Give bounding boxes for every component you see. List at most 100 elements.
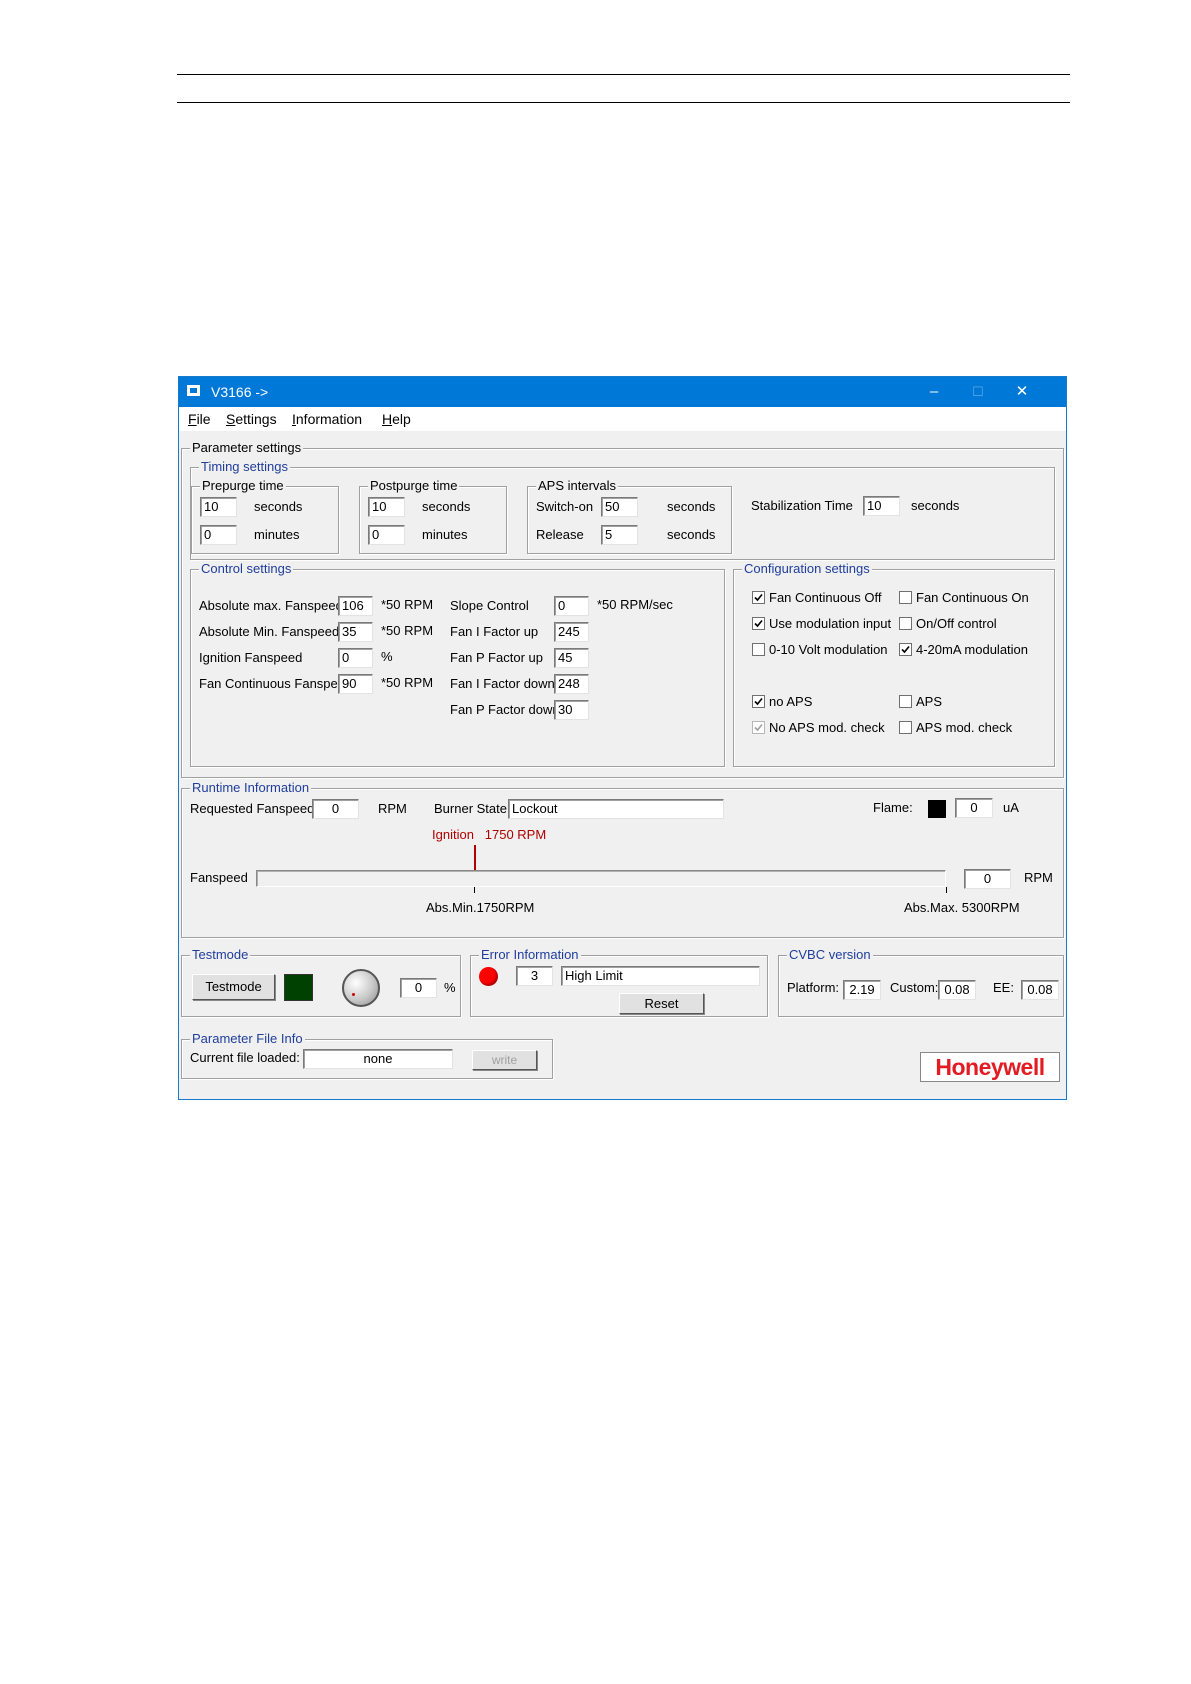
testmode-value[interactable]: 0 [400,978,437,998]
postpurge-seconds-label: seconds [422,499,471,514]
parameter-settings-title: Parameter settings [190,440,304,455]
testmode-button[interactable]: Testmode [192,974,275,1000]
close-button[interactable]: ✕ [1000,377,1044,407]
window-title: V3166 -> [211,384,269,400]
testmode-title: Testmode [190,947,251,962]
config-checkbox[interactable] [899,591,912,604]
platform-value: 2.19 [843,980,881,1000]
config-checkbox[interactable] [899,695,912,708]
control-setting-input[interactable]: 45 [554,648,589,668]
flame-label: Flame: [873,800,913,815]
stabilization-time-input[interactable]: 10 [863,496,900,516]
control-setting-input[interactable]: 30 [554,700,589,720]
error-text-value: High Limit [561,966,760,986]
ignition-marker-line [474,845,476,872]
menu-bar: File Settings Information Help [179,407,1066,431]
control-settings-group: Control settings Absolute max. Fanspeed 1… [190,561,725,767]
postpurge-minutes-input[interactable]: 0 [368,525,405,545]
aps-release-input[interactable]: 5 [601,525,638,545]
testmode-unit: % [444,980,456,995]
control-setting-unit: *50 RPM [381,623,434,638]
prepurge-minutes-input[interactable]: 0 [200,525,237,545]
config-checkbox[interactable] [752,695,765,708]
fanspeed-value: 0 [964,869,1011,889]
minimize-button[interactable]: – [912,377,956,407]
control-setting-input[interactable]: 0 [338,648,373,668]
control-setting-label: Fan P Factor up [450,650,543,665]
prepurge-seconds-input[interactable]: 10 [200,497,237,517]
fanspeed-bar [256,870,946,887]
honeywell-logo-text: Honeywell [935,1054,1045,1080]
menu-information[interactable]: Information [292,411,362,427]
control-setting-label: Fan I Factor up [450,624,539,639]
error-information-group: Error Information 3 High Limit Reset [470,947,768,1017]
config-checkbox-label: Fan Continuous Off [769,590,882,605]
aps-release-label: Release [536,527,584,542]
timing-settings-title: Timing settings [199,459,290,474]
write-button[interactable]: write [472,1050,537,1070]
config-checkbox-label: no APS [769,694,813,709]
configuration-settings-title: Configuration settings [742,561,872,576]
ee-label: EE: [993,980,1014,995]
knob-pointer-icon [352,993,355,996]
control-setting-input[interactable]: 35 [338,622,373,642]
control-setting-label: Absolute Min. Fanspeed [199,624,340,639]
postpurge-seconds-input[interactable]: 10 [368,497,405,517]
runtime-information-title: Runtime Information [190,780,312,795]
prepurge-title: Prepurge time [200,478,286,493]
error-indicator-icon [479,967,498,986]
error-reset-button[interactable]: Reset [619,993,704,1014]
application-window: V3166 -> – ☐ ✕ File Settings Information… [178,376,1067,1100]
control-setting-input[interactable]: 0 [554,596,589,616]
burner-state-value: Lockout [508,799,724,819]
config-checkbox[interactable] [899,617,912,630]
abs-max-label: Abs.Max. 5300RPM [904,900,1020,915]
config-checkbox[interactable] [752,643,765,656]
config-checkbox-label: Fan Continuous On [916,590,1029,605]
menu-help[interactable]: Help [382,411,411,427]
aps-switch-on-label: Switch-on [536,499,594,514]
abs-max-tick [946,887,947,893]
requested-fanspeed-unit: RPM [378,801,407,816]
control-setting-input[interactable]: 245 [554,622,589,642]
config-checkbox-label: APS mod. check [916,720,1013,735]
current-file-label: Current file loaded: [190,1050,300,1065]
honeywell-logo: Honeywell [920,1052,1060,1082]
title-bar[interactable]: V3166 -> – ☐ ✕ [179,377,1066,407]
control-setting-unit: % [381,649,393,664]
aps-intervals-group: APS intervals Switch-on 50 seconds Relea… [527,478,732,554]
runtime-information-group: Runtime Information Requested Fanspeed: … [181,780,1064,938]
configuration-settings-group: Configuration settings Fan Continuous Of… [733,561,1055,767]
maximize-button[interactable]: ☐ [956,377,1000,407]
control-setting-input[interactable]: 106 [338,596,373,616]
menu-file[interactable]: File [188,411,211,427]
control-settings-title: Control settings [199,561,294,576]
config-checkbox[interactable] [899,721,912,734]
config-checkbox-label: 0-10 Volt modulation [769,642,888,657]
config-checkbox[interactable] [899,643,912,656]
aps-switch-on-input[interactable]: 50 [601,497,638,517]
error-code-value: 3 [516,966,553,986]
control-setting-label: Absolute max. Fanspeed [199,598,343,613]
timing-settings-group: Timing settings Prepurge time 10 seconds… [190,459,1055,560]
cvbc-version-title: CVBC version [787,947,873,962]
control-setting-label: Fan Continuous Fanspeed [199,676,353,691]
parameter-file-info-group: Parameter File Info Current file loaded:… [181,1031,553,1079]
burner-state-label: Burner State: [434,801,511,816]
postpurge-title: Postpurge time [368,478,460,493]
aps-release-unit: seconds [667,527,716,542]
prepurge-seconds-label: seconds [254,499,303,514]
control-setting-input[interactable]: 248 [554,674,589,694]
config-checkbox[interactable] [752,617,765,630]
control-setting-input[interactable]: 90 [338,674,373,694]
postpurge-minutes-label: minutes [422,527,468,542]
menu-settings[interactable]: Settings [226,411,277,427]
stabilization-time-unit: seconds [911,498,960,513]
custom-label: Custom: [890,980,939,995]
flame-indicator [928,800,946,818]
testmode-knob[interactable] [342,969,380,1007]
parameter-file-info-title: Parameter File Info [190,1031,305,1046]
page-header-rule-bottom [177,102,1070,103]
config-checkbox[interactable] [752,591,765,604]
control-setting-label: Ignition Fanspeed [199,650,303,665]
